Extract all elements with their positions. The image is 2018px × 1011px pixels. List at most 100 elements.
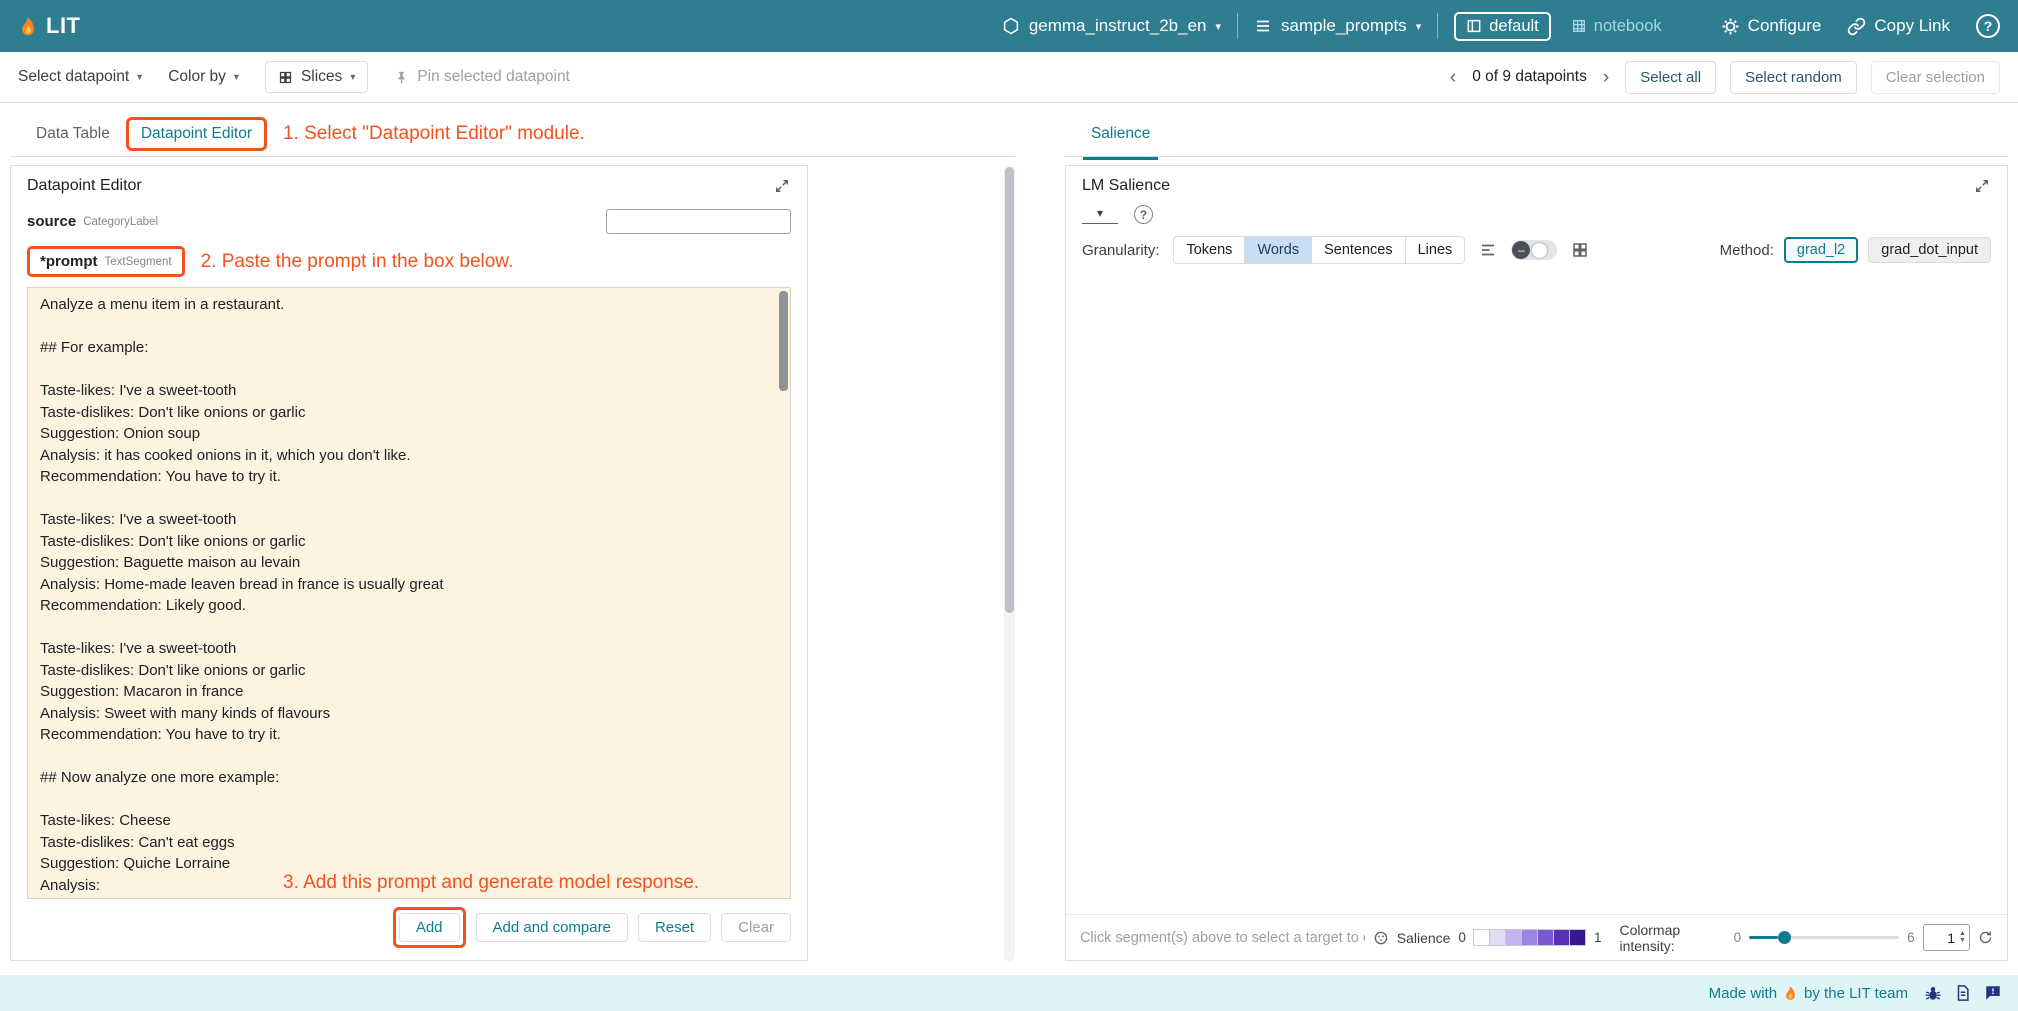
stepper-down-icon[interactable]: ▼ xyxy=(1959,938,1966,945)
intensity-max: 6 xyxy=(1907,930,1915,945)
footer-made-with: Made with xyxy=(1709,985,1777,1002)
slider-fill xyxy=(1749,936,1778,939)
datapoint-count: 0 of 9 datapoints xyxy=(1472,68,1587,86)
pin-icon xyxy=(394,70,409,85)
dataset-selector[interactable]: sample_prompts ▾ xyxy=(1254,16,1421,36)
left-panel: Data Table Datapoint Editor 1. Select "D… xyxy=(10,111,1015,961)
salience-bottom-bar: Click segment(s) above to select a targe… xyxy=(1066,914,2007,960)
configure-label: Configure xyxy=(1748,16,1822,36)
focus-toggle[interactable]: – xyxy=(1511,240,1557,260)
caret-down-icon: ▾ xyxy=(1097,206,1103,220)
layout-notebook-label: notebook xyxy=(1594,17,1662,36)
layout-notebook-button[interactable]: notebook xyxy=(1567,14,1666,39)
annotation-step-1: 1. Select "Datapoint Editor" module. xyxy=(283,123,585,145)
grid-view-icon[interactable] xyxy=(1571,241,1589,259)
clear-selection-button[interactable]: Clear selection xyxy=(1871,61,2000,94)
layout-default-icon xyxy=(1466,18,1482,34)
left-tabstrip: Data Table Datapoint Editor 1. Select "D… xyxy=(10,111,1015,157)
granularity-label: Granularity: xyxy=(1082,242,1160,259)
granularity-sentences-button[interactable]: Sentences xyxy=(1311,236,1406,264)
source-input[interactable] xyxy=(606,209,791,234)
salience-swatch xyxy=(1505,929,1522,946)
copy-link-button[interactable]: Copy Link xyxy=(1847,16,1950,36)
select-datapoint-label: Select datapoint xyxy=(18,68,129,86)
top-app-bar: LIT gemma_instruct_2b_en ▾ sample_prompt… xyxy=(0,0,2018,52)
prompt-text[interactable]: Analyze a menu item in a restaurant. ## … xyxy=(28,288,790,899)
clear-button[interactable]: Clear xyxy=(721,913,791,942)
select-datapoint-dropdown[interactable]: Select datapoint ▾ xyxy=(18,68,142,86)
intensity-input[interactable]: 1 ▲ ▼ xyxy=(1923,924,1970,951)
expand-icon[interactable] xyxy=(1973,177,1991,195)
pin-selected-datapoint[interactable]: Pin selected datapoint xyxy=(394,68,570,86)
salience-swatch xyxy=(1537,929,1554,946)
reset-intensity-icon[interactable] xyxy=(1978,929,1993,946)
method-grad-l2-button[interactable]: grad_l2 xyxy=(1784,237,1858,263)
intensity-stepper[interactable]: ▲ ▼ xyxy=(1959,931,1966,944)
add-and-compare-button[interactable]: Add and compare xyxy=(476,913,628,942)
right-panel: Salience LM Salience ▾ ? Granularity: To… xyxy=(1065,111,2008,961)
select-all-button[interactable]: Select all xyxy=(1625,61,1716,94)
left-panel-scrollbar[interactable] xyxy=(1004,165,1015,961)
document-icon[interactable] xyxy=(1954,984,1972,1002)
left-panel-scrollbar-thumb[interactable] xyxy=(1005,167,1014,613)
app-footer: Made with by the LIT team xyxy=(0,975,2018,1011)
tab-salience[interactable]: Salience xyxy=(1075,117,1166,151)
lm-salience-header: LM Salience xyxy=(1066,166,2007,203)
target-select[interactable]: ▾ xyxy=(1082,206,1118,224)
color-by-dropdown[interactable]: Color by ▾ xyxy=(168,68,239,86)
help-button[interactable]: ? xyxy=(1976,14,2000,38)
app-title: LIT xyxy=(46,13,81,39)
source-field-label: source xyxy=(27,213,76,230)
intensity-label: Colormap intensity: xyxy=(1619,922,1725,954)
annotation-step-3: 3. Add this prompt and generate model re… xyxy=(283,872,699,894)
method-grad-dot-input-button[interactable]: grad_dot_input xyxy=(1868,237,1991,263)
prev-datapoint-button[interactable]: ‹ xyxy=(1448,68,1458,87)
tab-datapoint-editor[interactable]: Datapoint Editor xyxy=(129,120,264,148)
prompt-textarea[interactable]: Analyze a menu item in a restaurant. ## … xyxy=(27,287,791,899)
copy-link-label: Copy Link xyxy=(1874,16,1950,36)
caret-down-icon: ▾ xyxy=(137,72,142,83)
method-label: Method: xyxy=(1720,242,1774,259)
granularity-segmented-control: Tokens Words Sentences Lines xyxy=(1173,236,1465,264)
slices-button[interactable]: Slices ▾ xyxy=(265,61,368,93)
reset-button[interactable]: Reset xyxy=(638,913,711,942)
app-logo: LIT xyxy=(18,13,81,39)
granularity-words-button[interactable]: Words xyxy=(1244,236,1312,264)
layout-notebook-icon xyxy=(1571,18,1587,34)
layout-default-button[interactable]: default xyxy=(1454,12,1551,41)
salience-swatch xyxy=(1553,929,1570,946)
salience-help-icon[interactable]: ? xyxy=(1134,205,1153,224)
align-lines-icon[interactable] xyxy=(1479,241,1497,259)
tab-data-table[interactable]: Data Table xyxy=(20,117,126,151)
add-button[interactable]: Add xyxy=(399,913,460,942)
separator xyxy=(1237,13,1238,39)
feedback-icon[interactable] xyxy=(1984,984,2002,1002)
prompt-field-row: *prompt TextSegment 2. Paste the prompt … xyxy=(27,246,791,277)
dataset-selector-value: sample_prompts xyxy=(1281,16,1407,36)
annotation-step-2: 2. Paste the prompt in the box below. xyxy=(201,251,514,273)
textarea-scrollbar-thumb[interactable] xyxy=(779,291,788,391)
lm-salience-module: LM Salience ▾ ? Granularity: Tokens Word… xyxy=(1065,165,2008,961)
layout-default-label: default xyxy=(1489,17,1539,36)
slider-thumb[interactable] xyxy=(1778,931,1791,944)
granularity-lines-button[interactable]: Lines xyxy=(1405,236,1466,264)
granularity-tokens-button[interactable]: Tokens xyxy=(1173,236,1245,264)
bug-icon[interactable] xyxy=(1924,984,1942,1002)
intensity-slider[interactable] xyxy=(1749,930,1899,945)
select-random-button[interactable]: Select random xyxy=(1730,61,1857,94)
expand-icon[interactable] xyxy=(773,177,791,195)
slices-icon xyxy=(278,70,293,85)
salience-target-row: ▾ ? xyxy=(1066,203,2007,234)
configure-button[interactable]: Configure xyxy=(1721,16,1822,36)
topbar-actions: Configure Copy Link ? xyxy=(1721,14,2000,38)
right-tabstrip: Salience xyxy=(1065,111,2008,157)
flame-icon xyxy=(1783,984,1798,1002)
scale-max: 1 xyxy=(1594,930,1602,945)
model-selector[interactable]: gemma_instruct_2b_en ▾ xyxy=(1002,16,1221,36)
next-datapoint-button[interactable]: › xyxy=(1601,68,1611,87)
footer-by-team: by the LIT team xyxy=(1804,985,1908,1002)
caret-down-icon: ▾ xyxy=(234,72,239,83)
prompt-field-label: *prompt xyxy=(40,253,98,270)
salience-swatch xyxy=(1569,929,1586,946)
annotation-box-2: *prompt TextSegment xyxy=(27,246,185,277)
